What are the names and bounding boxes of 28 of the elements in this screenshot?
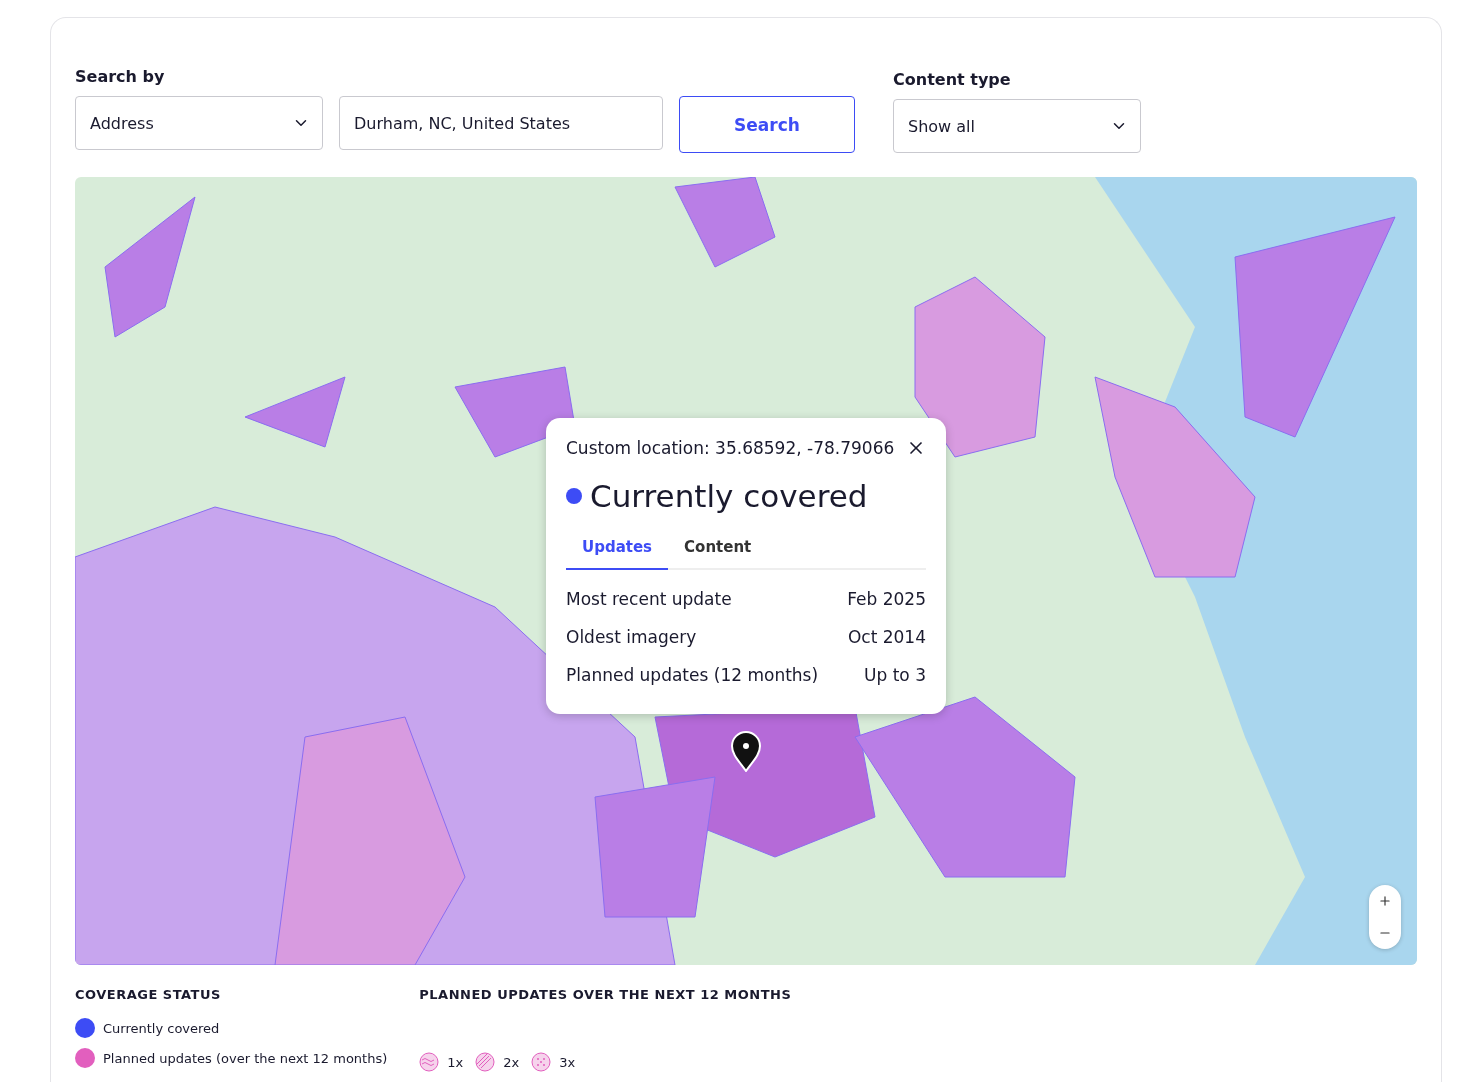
location-input[interactable]: Durham, NC, United States — [339, 96, 663, 150]
search-by-label: Search by — [75, 66, 166, 88]
map-pin-icon[interactable] — [730, 730, 762, 772]
popup-title: Custom location: 35.68592, -78.79066 — [566, 438, 895, 458]
popup-tab[interactable]: Content — [668, 528, 768, 570]
legend-label: 2x — [503, 1054, 520, 1070]
legend-label: Planned updates (over the next 12 months) — [103, 1050, 388, 1066]
dotted-pattern-icon — [531, 1052, 552, 1072]
search-type-select[interactable]: Address — [75, 96, 323, 150]
striped-pattern-icon — [475, 1052, 496, 1072]
search-button[interactable]: Search — [679, 96, 855, 153]
content-type-label: Content type — [893, 69, 1012, 91]
legend-label: 3x — [559, 1054, 576, 1070]
zoom-in-icon[interactable] — [1378, 894, 1392, 908]
detail-value: Up to 3 — [864, 665, 926, 685]
status-label: Currently covered — [590, 478, 868, 514]
legend-label: Currently covered — [103, 1020, 220, 1036]
detail-label: Most recent update — [566, 589, 732, 609]
legend-title: COVERAGE STATUS — [75, 987, 222, 1002]
wavy-pattern-icon — [419, 1052, 440, 1072]
legend-label: 1x — [447, 1054, 464, 1070]
content-type-select[interactable]: Show all — [893, 99, 1141, 153]
detail-value: Feb 2025 — [847, 589, 926, 609]
detail-value: Oct 2014 — [847, 627, 926, 647]
detail-label: Oldest imagery — [566, 627, 697, 647]
legend-title: PLANNED UPDATES OVER THE NEXT 12 MONTHS — [419, 987, 792, 1002]
popup-tab[interactable]: Updates — [566, 528, 669, 570]
detail-label: Planned updates (12 months) — [566, 665, 819, 685]
